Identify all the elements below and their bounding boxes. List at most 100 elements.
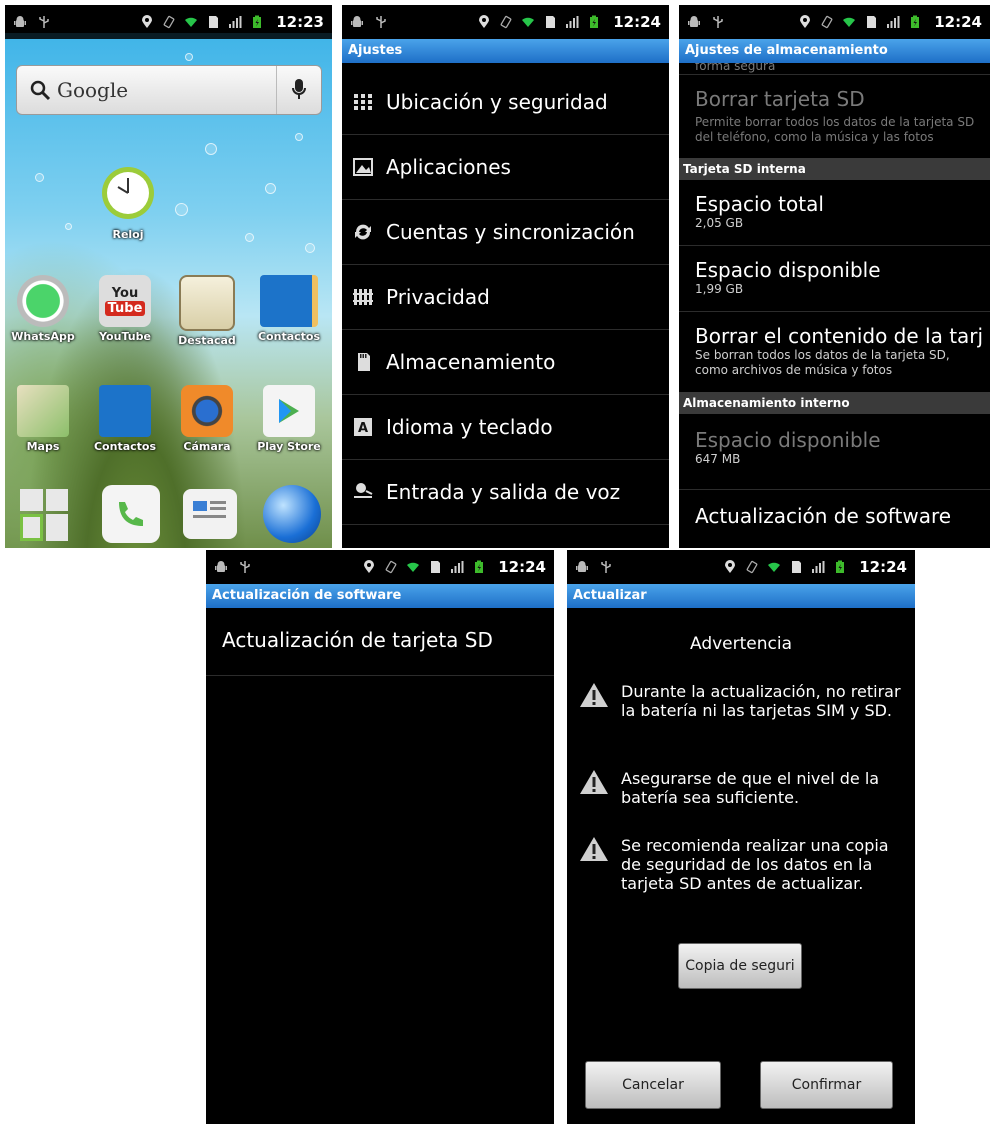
warning-item: Asegurarse de que el nivel de la batería… [579, 769, 905, 807]
google-search-widget[interactable]: Google [16, 65, 322, 115]
software-update-label: Actualización de software [695, 504, 952, 528]
usb-icon [711, 15, 725, 29]
whatsapp-icon [17, 275, 69, 327]
warning-text: Asegurarse de que el nivel de la batería… [621, 769, 880, 807]
settings-item-location-security[interactable]: Ubicación y seguridad [342, 69, 669, 135]
app-contactos-2[interactable]: Contactos [87, 385, 163, 453]
app-youtube[interactable]: You Tube YouTube [87, 275, 163, 343]
total-space-preference: Espacio total 2,05 GB [679, 180, 990, 246]
settings-item-label: Cuentas y sincronización [386, 219, 635, 244]
update-title-bar: Actualizar [567, 584, 915, 608]
wifi-icon [406, 560, 420, 574]
warning-item: Se recomienda realizar una copia de segu… [579, 836, 905, 893]
app-contactos-1[interactable]: Contactos [251, 275, 327, 343]
app-label: Cámara [183, 440, 231, 453]
maps-icon [17, 385, 69, 437]
erase-sd-preference: Borrar tarjeta SD Permite borrar todos l… [679, 77, 990, 163]
location-security-icon [354, 93, 372, 110]
app-label: Contactos [257, 330, 321, 343]
erase-sd-summary: Permite borrar todos los datos de la tar… [695, 115, 975, 144]
app-destacados[interactable]: Destacad [169, 275, 245, 347]
erase-content-summary: Se borran todos los datos de la tarjeta … [695, 348, 950, 377]
wifi-icon [184, 15, 198, 29]
wifi-icon [842, 15, 856, 29]
wifi-icon [767, 560, 781, 574]
erase-content-preference[interactable]: Borrar el contenido de la tarj Se borran… [679, 312, 990, 394]
storage-title-bar: Ajustes de almacenamiento [679, 39, 990, 63]
clock-widget[interactable]: Reloj [90, 165, 166, 241]
erase-sd-title: Borrar tarjeta SD [695, 87, 865, 111]
software-update-screen: 12:24 Actualización de software Actualiz… [206, 550, 554, 1124]
status-bar: 12:23 [5, 5, 332, 39]
signal-icon [811, 560, 825, 574]
settings-item-applications[interactable]: Aplicaciones [342, 134, 669, 200]
voice-search-button[interactable] [276, 66, 321, 114]
app-camara[interactable]: Cámara [169, 385, 245, 453]
available-space-value: 1,99 GB [695, 282, 744, 296]
signal-icon [450, 560, 464, 574]
status-time: 12:24 [498, 558, 546, 576]
warning-heading: Advertencia [689, 634, 793, 654]
phone-dock-button[interactable] [102, 485, 160, 543]
confirm-button[interactable]: Confirmar [760, 1061, 893, 1109]
phone-icon [119, 502, 143, 526]
google-search-label: Google [57, 78, 129, 102]
vibrate-icon [745, 560, 759, 574]
clipped-preference: forma segura [679, 63, 990, 75]
sd-card-icon [543, 15, 557, 29]
settings-screen: 12:24 Ajustes Ubicación y seguridad Apli… [342, 5, 669, 548]
cancel-button[interactable]: Cancelar [585, 1061, 721, 1109]
vibrate-icon [499, 15, 513, 29]
browser-dock-button[interactable] [263, 485, 321, 543]
settings-item-label: Idioma y teclado [386, 414, 553, 439]
gps-icon [477, 15, 491, 29]
gps-icon [140, 15, 154, 29]
app-play-store[interactable]: Play Store [251, 385, 327, 453]
messaging-dock-button[interactable] [183, 489, 237, 539]
app-label: Contactos [93, 440, 157, 453]
app-maps[interactable]: Maps [5, 385, 81, 453]
app-drawer-button[interactable] [20, 489, 68, 541]
warning-text: Durante la actualización, no retirar la … [621, 682, 901, 720]
app-label: Play Store [257, 440, 321, 453]
backup-button[interactable]: Copia de seguri [678, 943, 802, 989]
android-debug-icon [687, 15, 701, 29]
settings-item-language-keyboard[interactable]: A Idioma y teclado [342, 394, 669, 460]
play-store-icon [263, 385, 315, 437]
settings-item-privacy[interactable]: Privacidad [342, 264, 669, 330]
sd-card-update-item[interactable]: Actualización de tarjeta SD [206, 608, 554, 676]
warning-icon [579, 836, 609, 862]
battery-icon [250, 15, 264, 29]
clock-label: Reloj [112, 228, 144, 241]
software-update-title-bar: Actualización de software [206, 584, 554, 608]
gps-icon [362, 560, 376, 574]
settings-item-accounts-sync[interactable]: Cuentas y sincronización [342, 199, 669, 265]
privacy-icon [353, 288, 373, 305]
usb-icon [238, 560, 252, 574]
settings-item-label: Almacenamiento [386, 349, 556, 374]
settings-item-voice-io[interactable]: Entrada y salida de voz [342, 459, 669, 525]
vibrate-icon [820, 15, 834, 29]
settings-item-storage[interactable]: Almacenamiento [342, 329, 669, 395]
android-debug-icon [214, 560, 228, 574]
clipped-summary: forma segura [695, 63, 776, 73]
youtube-icon-text: You [111, 286, 139, 301]
usb-icon [37, 15, 51, 29]
battery-icon [587, 15, 601, 29]
language-keyboard-icon: A [354, 417, 372, 436]
applications-icon [353, 157, 373, 176]
status-time: 12:23 [276, 13, 324, 31]
internal-available-label: Espacio disponible [695, 428, 881, 452]
software-update-preference[interactable]: Actualización de software [679, 490, 990, 548]
contacts-icon [99, 385, 151, 437]
sd-card-icon [789, 560, 803, 574]
youtube-icon-text: Tube [104, 301, 146, 316]
settings-item-label: Entrada y salida de voz [386, 479, 621, 504]
android-debug-icon [13, 15, 27, 29]
signal-icon [228, 15, 242, 29]
app-whatsapp[interactable]: WhatsApp [5, 275, 81, 343]
home-screen: 12:23 Google Reloj WhatsApp You Tube You… [5, 5, 332, 548]
storage-settings-screen: 12:24 Ajustes de almacenamiento forma se… [679, 5, 990, 548]
status-time: 12:24 [613, 13, 661, 31]
vibrate-icon [162, 15, 176, 29]
